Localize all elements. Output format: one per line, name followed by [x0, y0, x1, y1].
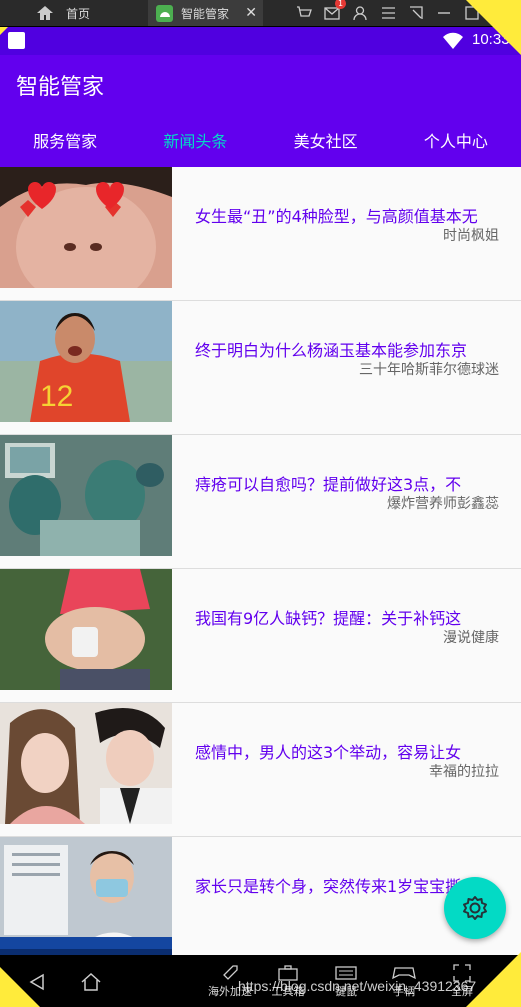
phone-screen: 10:33 智能管家 服务管家 新闻头条 美女社区 个人中心 女生最“丑”的4种… [0, 27, 521, 955]
news-thumbnail: 12 [0, 301, 172, 422]
news-thumbnail [0, 837, 172, 955]
minimize-icon[interactable] [436, 5, 452, 21]
android-icon [156, 4, 173, 22]
svg-text:12: 12 [40, 380, 73, 413]
home-nav-icon[interactable] [80, 972, 102, 992]
home-icon [37, 6, 53, 20]
news-source: 爆炸营养师彭鑫蕊 [387, 496, 499, 512]
app-bar: 智能管家 服务管家 新闻头条 美女社区 个人中心 [0, 55, 521, 167]
news-item[interactable]: 12 终于明白为什么杨涵玉基本能参加东京 三十年哈斯菲尔德球迷 [0, 301, 521, 435]
resize-icon[interactable] [408, 5, 424, 21]
news-list: 女生最“丑”的4种脸型，与高颜值基本无 时尚枫姐 12 终于明白为什么杨涵玉基本… [0, 167, 521, 955]
news-title: 我国有9亿人缺钙？提醒：关于补钙这 [195, 609, 462, 628]
tab-bar: 服务管家 新闻头条 美女社区 个人中心 [0, 117, 521, 167]
news-source: 幸福的拉拉 [429, 764, 499, 780]
home-tab-label: 首页 [66, 6, 91, 21]
mail-icon[interactable] [324, 0, 346, 21]
app-title: 智能管家 [16, 75, 105, 100]
settings-fab[interactable] [444, 877, 506, 939]
news-source: 三十年哈斯菲尔德球迷 [359, 362, 499, 378]
corner-marker [466, 952, 521, 1007]
user-icon[interactable] [352, 5, 368, 21]
tab-service[interactable]: 服务管家 [0, 117, 130, 167]
news-thumbnail [0, 435, 172, 556]
news-thumbnail [0, 703, 172, 824]
tab-profile[interactable]: 个人中心 [391, 117, 521, 167]
news-item[interactable]: 感情中，男人的这3个举动，容易让女 幸福的拉拉 [0, 703, 521, 837]
news-source: 漫说健康 [443, 630, 499, 646]
watermark: https://blog.csdn.net/weixin_43912367 [238, 978, 477, 994]
news-item[interactable]: 家长只是转个身，突然传来1岁宝宝撕 南 [0, 837, 521, 955]
news-item[interactable]: 痔疮可以自愈吗？提前做好这3点，不 爆炸营养师彭鑫蕊 [0, 435, 521, 569]
emulator-frame: 首页 智能管家 ✕ 10:33 智能管家 [0, 0, 521, 1007]
bottom-navigation: 海外加速 工具箱 键鼠 手柄 全屏 https://blog.csdn.net/… [0, 955, 521, 1007]
news-item[interactable]: 女生最“丑”的4种脸型，与高颜值基本无 时尚枫姐 [0, 167, 521, 301]
cart-icon[interactable] [296, 5, 312, 21]
close-tab-icon[interactable]: ✕ [245, 5, 257, 21]
emulator-title-bar: 首页 智能管家 ✕ [0, 0, 521, 26]
menu-icon[interactable] [380, 5, 396, 21]
news-thumbnail [0, 167, 172, 288]
home-tab[interactable]: 首页 [36, 0, 146, 26]
news-title: 女生最“丑”的4种脸型，与高颜值基本无 [195, 207, 478, 226]
tab-community[interactable]: 美女社区 [261, 117, 391, 167]
corner-marker [0, 967, 40, 1007]
news-source: 时尚枫姐 [443, 228, 499, 244]
news-thumbnail [0, 569, 172, 690]
news-item[interactable]: 我国有9亿人缺钙？提醒：关于补钙这 漫说健康 [0, 569, 521, 703]
news-title: 痔疮可以自愈吗？提前做好这3点，不 [195, 475, 462, 494]
app-tab-label: 智能管家 [181, 6, 230, 21]
gear-icon [463, 896, 487, 920]
shopping-bag-icon [8, 32, 25, 49]
app-tab[interactable]: 智能管家 ✕ [148, 0, 263, 26]
news-title: 终于明白为什么杨涵玉基本能参加东京 [195, 341, 468, 360]
status-bar: 10:33 [0, 27, 521, 55]
news-title: 感情中，男人的这3个举动，容易让女 [195, 743, 462, 762]
wifi-icon [443, 32, 463, 49]
corner-marker [466, 0, 521, 55]
tab-news[interactable]: 新闻头条 [130, 117, 260, 167]
corner-marker [0, 27, 8, 35]
